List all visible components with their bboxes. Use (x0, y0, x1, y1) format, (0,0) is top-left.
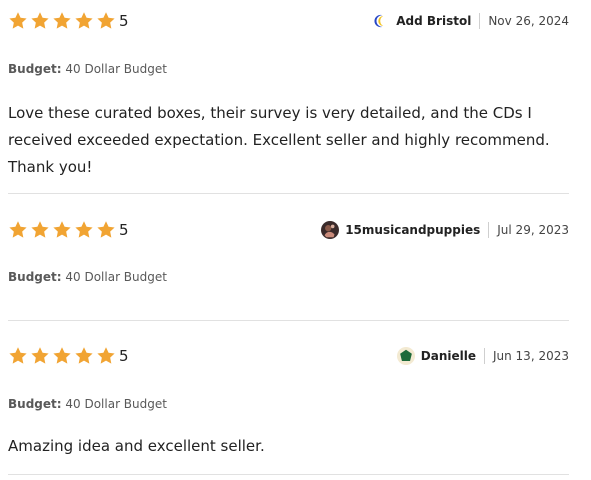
star-icon (31, 221, 49, 238)
review-date: Nov 26, 2024 (488, 14, 569, 28)
review-text: Love these curated boxes, their survey i… (8, 104, 550, 176)
review-meta: Add Bristol Nov 26, 2024 (372, 9, 569, 33)
review-divider (8, 320, 569, 321)
rating-value: 5 (119, 347, 129, 365)
budget-info: Budget: 40 Dollar Budget (8, 62, 167, 76)
meta-divider (483, 348, 485, 364)
star-rating (8, 9, 118, 33)
review-date: Jul 29, 2023 (497, 223, 569, 237)
star-rating (8, 344, 118, 368)
star-icon (75, 221, 93, 238)
review-meta: 15musicandpuppies Jul 29, 2023 (321, 218, 569, 242)
rating-row: 5 Add Bristol Nov 26, 2024 (8, 9, 569, 33)
star-rating (8, 218, 118, 242)
star-icon (53, 12, 71, 29)
rating-row: 5 Danielle Jun 13, 2023 (8, 344, 569, 368)
star-icon (97, 347, 115, 364)
reviewer-name[interactable]: Add Bristol (396, 14, 471, 28)
star-icon (31, 347, 49, 364)
budget-value: 40 Dollar Budget (65, 62, 167, 76)
rating-value: 5 (119, 221, 129, 239)
photo-avatar-icon[interactable] (321, 221, 340, 239)
budget-label: Budget: (8, 270, 62, 284)
star-icon (53, 347, 71, 364)
review-item: 5 15musicandpuppies Jul 29, 2023 Budget:… (8, 218, 569, 284)
budget-label: Budget: (8, 62, 62, 76)
rating-row: 5 15musicandpuppies Jul 29, 2023 (8, 218, 569, 242)
moon-avatar-icon[interactable] (372, 12, 391, 30)
budget-value: 40 Dollar Budget (65, 270, 167, 284)
review-item: 5 Add Bristol Nov 26, 2024 Budget: 40 Do… (8, 9, 569, 176)
review-item: 5 Danielle Jun 13, 2023 Budget: 40 Dolla… (8, 344, 569, 455)
review-text: Amazing idea and excellent seller. (8, 437, 265, 455)
budget-label: Budget: (8, 397, 62, 411)
star-icon (53, 221, 71, 238)
budget-value: 40 Dollar Budget (65, 397, 167, 411)
reviewer-name[interactable]: Danielle (421, 349, 476, 363)
reviewer-name[interactable]: 15musicandpuppies (345, 223, 480, 237)
budget-info: Budget: 40 Dollar Budget (8, 397, 167, 411)
review-meta: Danielle Jun 13, 2023 (396, 344, 569, 368)
star-icon (31, 12, 49, 29)
star-icon (9, 12, 27, 29)
meta-divider (479, 13, 481, 29)
star-icon (75, 347, 93, 364)
meta-divider (488, 222, 490, 238)
star-icon (97, 221, 115, 238)
rating-value: 5 (119, 12, 129, 30)
review-divider (8, 193, 569, 194)
star-icon (75, 12, 93, 29)
star-icon (97, 12, 115, 29)
star-icon (9, 221, 27, 238)
review-date: Jun 13, 2023 (492, 349, 569, 363)
review-divider (8, 474, 569, 475)
star-icon (9, 347, 27, 364)
pentagon-avatar-icon[interactable] (396, 347, 415, 365)
budget-info: Budget: 40 Dollar Budget (8, 270, 167, 284)
